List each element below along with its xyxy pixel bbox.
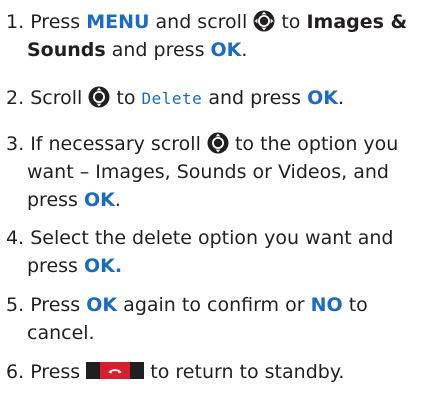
no-key-label: NO xyxy=(310,294,343,316)
step-5: 5. Press OK again to confirm or NO to ca… xyxy=(6,291,428,347)
step-text: Press xyxy=(30,294,81,316)
step-text: cancel. xyxy=(27,322,95,344)
step-2: 2. Scroll to Delete and press OK. xyxy=(6,84,428,113)
step-text: to return to standby. xyxy=(150,361,345,383)
step-text: and press xyxy=(208,87,302,109)
ok-key-label: OK xyxy=(84,189,115,211)
step-text: press xyxy=(27,189,78,211)
step-4: 4. Select the delete option you want and… xyxy=(6,224,428,280)
step-text: want – Images, Sounds or Videos, and xyxy=(27,161,389,183)
step-3: 3. If necessary scroll to the option you… xyxy=(6,130,428,214)
step-6: 6. Press to return to standby. xyxy=(6,358,428,386)
step-number: 1. xyxy=(6,11,25,33)
ok-key-label: OK xyxy=(210,39,242,61)
end-call-key-icon xyxy=(86,361,145,380)
step-1: 1. Press MENU and scroll to Images & Sou… xyxy=(6,8,428,64)
step-number: 3. xyxy=(6,133,25,155)
step-text: Select the delete option you want and xyxy=(30,227,394,249)
step-number: 6. xyxy=(6,361,25,383)
step-text: . xyxy=(338,87,345,109)
menu-target-label: Images & xyxy=(306,11,408,33)
ok-key-label: OK. xyxy=(84,255,123,277)
step-text: again to confirm or xyxy=(123,294,305,316)
ok-key-label: OK xyxy=(86,294,118,316)
nav-joystick-4way-icon xyxy=(253,10,275,32)
step-text: press xyxy=(27,255,78,277)
display-option-text: Delete xyxy=(141,89,203,108)
instruction-steps: 1. Press MENU and scroll to Images & Sou… xyxy=(0,0,432,400)
step-text: Press xyxy=(30,11,81,33)
step-text: to xyxy=(348,294,368,316)
nav-joystick-updown-icon xyxy=(207,132,229,154)
step-number: 4. xyxy=(6,227,25,249)
menu-target-label: Sounds xyxy=(27,39,106,61)
step-text: Scroll xyxy=(30,87,83,109)
step-text: to xyxy=(281,11,301,33)
step-text: Press xyxy=(30,361,81,383)
nav-joystick-updown-icon xyxy=(88,86,110,108)
step-text: and press xyxy=(111,39,205,61)
step-text: If necessary scroll xyxy=(30,133,201,155)
menu-key-label: MENU xyxy=(86,11,150,33)
step-text: and scroll xyxy=(155,11,248,33)
step-text: . xyxy=(114,189,121,211)
step-text: to the option you xyxy=(234,133,399,155)
ok-key-label: OK xyxy=(307,87,338,109)
step-number: 2. xyxy=(6,87,25,109)
step-text: . xyxy=(241,39,248,61)
step-text: to xyxy=(116,87,136,109)
step-number: 5. xyxy=(6,294,25,316)
